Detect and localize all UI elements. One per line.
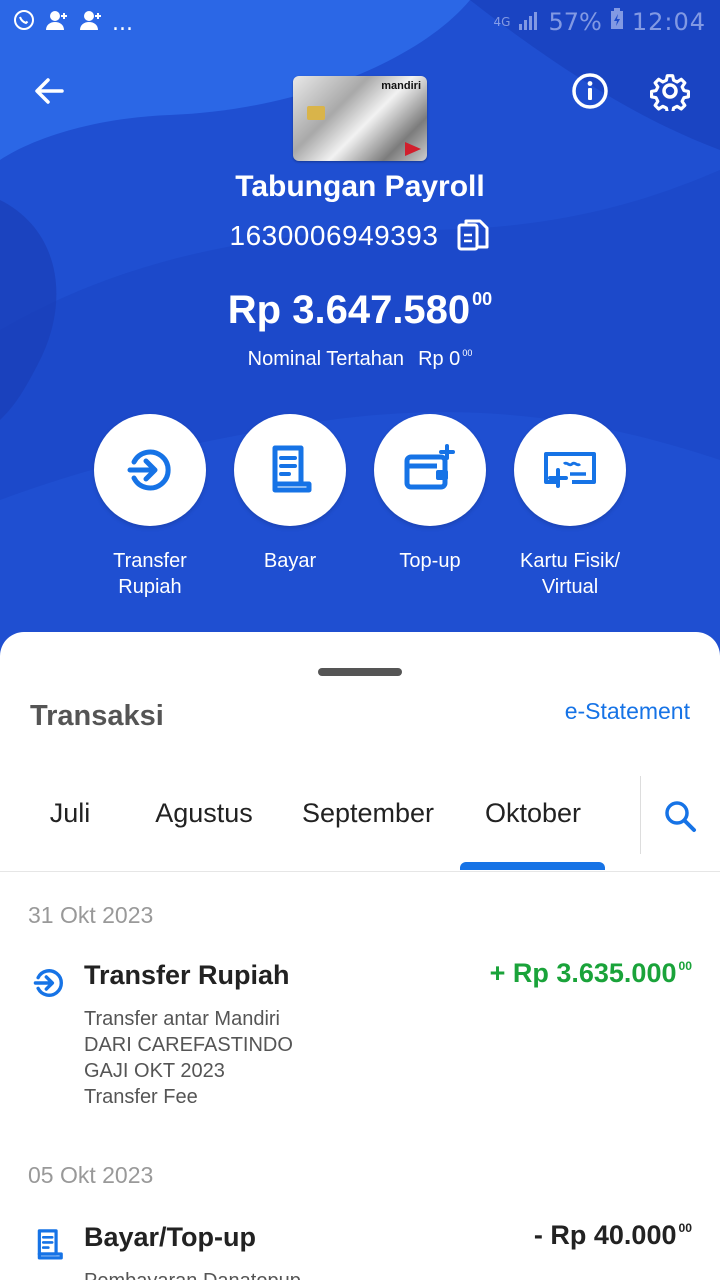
battery-charging-icon	[610, 8, 624, 36]
info-icon	[572, 73, 608, 109]
transaction-date: 31 Okt 2023	[28, 902, 154, 928]
description-line: DARI CAREFASTINDO	[84, 1034, 293, 1056]
card-brand: mandiri	[381, 80, 421, 92]
clock: 12:04	[631, 8, 706, 36]
transaction-item[interactable]: Bayar/Top-up Pembayaran Danatopup - Rp 4…	[0, 1220, 720, 1280]
tab-oktober[interactable]: Oktober	[462, 798, 604, 829]
gear-icon	[650, 74, 690, 111]
transaction-amount: - Rp 40.000 00	[534, 1220, 692, 1251]
balance-cents: 00	[472, 289, 493, 310]
held-label: Nominal Tertahan	[247, 348, 405, 370]
contact-add-icon	[44, 9, 70, 37]
quick-actions: Transfer Rupiah Bayar Top-up Kartu Fisik…	[0, 414, 720, 614]
account-header: ... 4G 57% 12:04 mandiri Tabungan Payrol…	[0, 0, 720, 670]
transactions-title: Transaksi	[30, 700, 164, 732]
copy-button[interactable]	[456, 218, 490, 254]
account-number-row: 1630006949393	[0, 218, 720, 254]
kartu-action[interactable]: Kartu Fisik/ Virtual	[495, 414, 645, 600]
arrow-left-icon	[35, 78, 64, 104]
bill-icon	[272, 445, 312, 493]
transactions-sheet: Transaksi e-Statement Juli Agustus Septe…	[0, 632, 720, 1280]
account-name: Tabungan Payroll	[235, 170, 485, 203]
transaction-title: Transfer Rupiah	[84, 960, 290, 990]
gpn-logo	[405, 142, 421, 156]
action-label: Top-up	[399, 550, 461, 572]
tab-divider	[640, 776, 641, 854]
description-line: Transfer antar Mandiri	[84, 1008, 280, 1030]
search-button[interactable]	[656, 792, 704, 840]
tab-agustus[interactable]: Agustus	[144, 798, 264, 829]
info-button[interactable]	[562, 63, 618, 119]
copy-icon	[457, 219, 489, 251]
signal-icon	[518, 8, 540, 36]
topup-action[interactable]: Top-up	[355, 414, 505, 574]
action-label: Kartu Fisik/ Virtual	[519, 550, 621, 598]
active-tab-indicator	[460, 862, 605, 870]
battery-percent: 57%	[548, 8, 602, 36]
bayar-action[interactable]: Bayar	[215, 414, 365, 574]
transfer-icon	[127, 449, 171, 491]
kartu-button[interactable]	[514, 414, 626, 526]
transaction-description: Transfer antar Mandiri DARI CAREFASTINDO…	[84, 1006, 293, 1110]
contact-add-icon	[78, 9, 104, 37]
overflow-indicator: ...	[112, 10, 133, 36]
settings-button[interactable]	[642, 63, 698, 119]
amount-cents: 00	[678, 958, 692, 973]
whatsapp-icon	[12, 8, 36, 38]
network-type: 4G	[493, 15, 511, 29]
description-line: Transfer Fee	[84, 1086, 198, 1108]
amount-value: - Rp 40.000	[533, 1220, 677, 1250]
transaction-title: Bayar/Top-up	[84, 1222, 257, 1252]
account-number: 1630006949393	[229, 220, 439, 251]
transfer-rupiah-button[interactable]	[94, 414, 206, 526]
action-label: Bayar	[263, 550, 317, 572]
bill-icon	[30, 1226, 68, 1264]
tab-september[interactable]: September	[290, 798, 446, 829]
held-amount-row: Nominal Tertahan Rp 0 00	[0, 348, 720, 371]
bayar-button[interactable]	[234, 414, 346, 526]
search-icon	[665, 801, 696, 832]
action-label: Transfer Rupiah	[113, 550, 187, 598]
wallet-topup-icon	[404, 444, 455, 490]
card-chip	[307, 106, 325, 120]
topup-button[interactable]	[374, 414, 486, 526]
account-balance: Rp 3.647.580 00	[0, 288, 720, 333]
month-tabs: Juli Agustus September Oktober	[0, 772, 720, 872]
amount-value: + Rp 3.635.000	[489, 958, 677, 988]
description-line: Pembayaran Danatopup	[84, 1268, 301, 1280]
tab-juli[interactable]: Juli	[34, 798, 106, 829]
held-amount: Rp 0	[418, 348, 461, 370]
held-cents: 00	[462, 347, 473, 358]
sheet-drag-handle[interactable]	[318, 668, 402, 676]
e-statement-link[interactable]: e-Statement	[565, 698, 690, 725]
debit-card-image: mandiri	[293, 76, 427, 161]
transaction-item[interactable]: Transfer Rupiah Transfer antar Mandiri D…	[0, 958, 720, 1110]
back-button[interactable]	[21, 63, 77, 119]
amount-cents: 00	[678, 1220, 692, 1235]
status-bar: ... 4G 57% 12:04	[0, 0, 720, 44]
transfer-icon	[30, 964, 68, 1002]
transaction-amount: + Rp 3.635.000 00	[490, 958, 692, 989]
balance-amount: Rp 3.647.580	[227, 288, 471, 332]
transfer-rupiah-action[interactable]: Transfer Rupiah	[75, 414, 225, 600]
card-add-icon	[544, 452, 596, 488]
transaction-date: 05 Okt 2023	[28, 1162, 154, 1188]
description-line: GAJI OKT 2023	[84, 1060, 225, 1082]
transaction-description: Pembayaran Danatopup	[84, 1268, 301, 1280]
